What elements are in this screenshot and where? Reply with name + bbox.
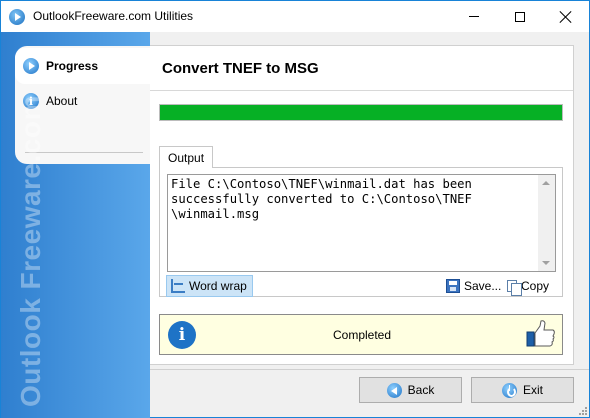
exit-label: Exit — [522, 383, 543, 397]
app-window: OutlookFreeware.com Utilities Progress i… — [0, 0, 590, 418]
footer-divider — [150, 369, 589, 370]
minimize-button[interactable] — [451, 1, 497, 32]
back-icon — [386, 382, 402, 398]
scroll-down-icon[interactable] — [542, 261, 550, 265]
maximize-icon — [515, 11, 525, 22]
progress-bar — [159, 104, 563, 121]
output-text: File C:\Contoso\TNEF\winmail.dat has bee… — [171, 177, 472, 221]
brand-watermark: Outlook Freeware.com — [15, 95, 46, 407]
maximize-button[interactable] — [497, 1, 543, 32]
save-icon — [446, 279, 460, 293]
back-button[interactable]: Back — [359, 377, 462, 403]
progress-icon — [23, 58, 39, 74]
main-panel: Convert TNEF to MSG Output File C:\Conto… — [150, 45, 574, 365]
save-button[interactable]: Save... — [442, 275, 505, 297]
status-text: Completed — [332, 328, 392, 342]
copy-icon — [507, 280, 522, 296]
sidebar-item-label: About — [46, 94, 78, 108]
copy-button[interactable]: Copy — [503, 275, 553, 297]
exit-button[interactable]: Exit — [471, 377, 574, 403]
scroll-up-icon[interactable] — [542, 181, 550, 185]
title-divider — [150, 90, 573, 91]
sidebar-item-label: Progress — [46, 59, 99, 73]
window-title: OutlookFreeware.com Utilities — [33, 9, 194, 23]
close-icon — [560, 11, 572, 23]
power-icon — [501, 382, 517, 398]
app-icon — [9, 9, 25, 25]
vertical-scrollbar[interactable] — [538, 175, 555, 271]
status-box: i Completed — [159, 314, 563, 355]
output-tab-panel: File C:\Contoso\TNEF\winmail.dat has bee… — [159, 167, 563, 297]
back-label: Back — [407, 383, 435, 397]
sidebar: Progress i About Outlook Freeware.com — [1, 32, 150, 418]
save-label: Save... — [464, 279, 502, 293]
thumbs-up-icon — [526, 320, 555, 347]
word-wrap-button[interactable]: Word wrap — [166, 275, 253, 297]
close-button[interactable] — [543, 1, 589, 32]
tab-output[interactable]: Output — [159, 146, 214, 168]
minimize-icon — [469, 16, 479, 17]
page-title: Convert TNEF to MSG — [162, 60, 319, 77]
progress-bar-fill — [160, 105, 562, 120]
output-textarea[interactable]: File C:\Contoso\TNEF\winmail.dat has bee… — [167, 174, 556, 272]
word-wrap-icon — [171, 279, 185, 293]
title-bar[interactable]: OutlookFreeware.com Utilities — [1, 1, 589, 32]
resize-grip-icon[interactable] — [577, 405, 587, 415]
copy-label: Copy — [521, 279, 550, 293]
sidebar-item-progress[interactable]: Progress — [15, 48, 150, 84]
word-wrap-label: Word wrap — [189, 279, 247, 293]
